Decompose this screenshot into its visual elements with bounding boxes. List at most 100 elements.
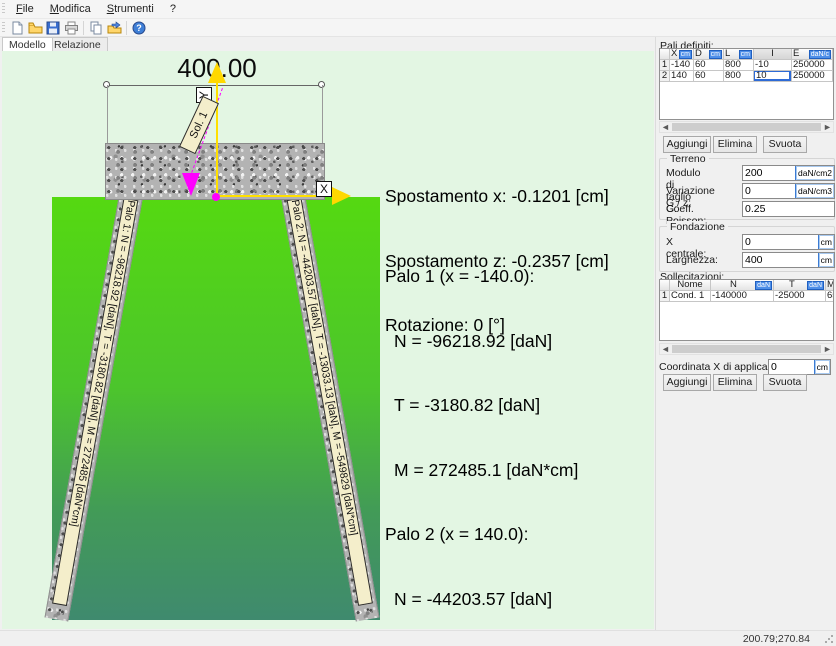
y-axis-arrow-icon [208,62,226,83]
sollecitazioni-aggiungi-button[interactable]: Aggiungi [663,374,711,391]
unit-tag: cm [818,253,834,267]
export-icon [107,21,122,35]
row-header [660,280,670,291]
col-t[interactable]: TdaN [774,280,826,291]
cell-x[interactable]: -140 [670,60,694,71]
row-header[interactable]: 1 [660,291,670,302]
scroll-thumb[interactable] [672,123,821,131]
scroll-thumb[interactable] [672,345,821,353]
save-button[interactable] [45,20,62,36]
variazione-gz-input[interactable] [743,184,795,198]
coeff-poisson-input[interactable] [743,202,834,216]
toolbar-separator [83,21,84,35]
cell-editor[interactable]: 10 [754,71,791,81]
unit-tag: daN/c [809,50,831,59]
cell-i[interactable]: -10 [754,60,792,71]
resize-grip[interactable] [824,634,834,644]
export-button[interactable] [106,20,123,36]
side-panel: Pali definiti: Xcm Dcm Lcm I EdaN/c 1 -1… [655,37,836,630]
cell-t[interactable]: -25000 [774,291,826,302]
sollecitazioni-table-header: Nome NdaN TdaN M [660,280,833,291]
result-line: Spostamento x: -0.1201 [cm] [385,186,609,208]
scroll-left-icon[interactable]: ◄ [660,122,671,132]
x-centrale-input[interactable] [743,235,818,249]
y-axis-line [216,71,218,197]
col-n[interactable]: NdaN [711,280,774,291]
pali-row-2[interactable]: 2 140 60 800 10 250000 [660,71,833,82]
sollecitazioni-svuota-button[interactable]: Svuota [763,374,807,391]
unit-tag: daN [755,281,772,290]
status-bar: 200.79;270.84 [0,630,836,646]
unit-tag: daN/cm3 [795,184,834,198]
sollecitazioni-table[interactable]: Nome NdaN TdaN M 1 Cond. 1 -140000 -2500… [659,279,834,341]
toolstrip-grip [2,22,5,34]
cell-n[interactable]: -140000 [711,291,774,302]
cell-e[interactable]: 250000 [792,60,833,71]
cell-l[interactable]: 800 [724,60,754,71]
result-line: Palo 1 (x = -140.0): [385,266,594,288]
tab-modello[interactable]: Modello [2,37,53,51]
menu-bar: FFileile Modifica Strumenti ? [0,0,836,19]
sollecitazioni-hscrollbar[interactable]: ◄ ► [659,343,834,355]
cell-x[interactable]: 140 [670,71,694,82]
new-document-button[interactable] [9,20,26,36]
row-header[interactable]: 2 [660,71,670,82]
terreno-title: Terreno [667,153,709,165]
scroll-right-icon[interactable]: ► [822,122,833,132]
col-e[interactable]: EdaN/c [792,49,833,60]
scroll-right-icon[interactable]: ► [822,344,833,354]
fondazione-group: Fondazione X centrale: cm Larghezza: cm [659,226,835,272]
cell-e[interactable]: 250000 [792,71,833,82]
cell-d[interactable]: 60 [694,71,724,82]
scroll-left-icon[interactable]: ◄ [660,344,671,354]
tab-relazione[interactable]: Relazione [47,37,108,51]
copy-button[interactable] [88,20,105,36]
cell-nome[interactable]: Cond. 1 [670,291,711,302]
sollecitazioni-row-1[interactable]: 1 Cond. 1 -140000 -25000 650 [660,291,833,302]
cell-m[interactable]: 650 [826,291,833,302]
pali-aggiungi-button[interactable]: Aggiungi [663,136,711,153]
model-canvas[interactable]: Palo 1: N = -96218.92 [daN], T = -3180.8… [2,51,654,629]
origin-point [212,193,220,201]
coordinata-x-input[interactable] [769,360,814,374]
help-button[interactable]: ? [131,20,148,36]
row-header[interactable]: 1 [660,60,670,71]
fondazione-title: Fondazione [667,221,728,233]
open-button[interactable] [27,20,44,36]
menu-modifica[interactable]: Modifica [42,1,99,17]
pali-table[interactable]: Xcm Dcm Lcm I EdaN/c 1 -140 60 800 -10 2… [659,48,834,120]
cell-d[interactable]: 60 [694,60,724,71]
row-header [660,49,670,60]
menu-help[interactable]: ? [162,1,184,17]
cell-l[interactable]: 800 [724,71,754,82]
terreno-group: Terreno Modulo di taglio G: daN/cm2 Vari… [659,158,835,220]
col-l[interactable]: Lcm [724,49,754,60]
unit-tag: cm [709,50,722,59]
col-i[interactable]: I [754,49,792,60]
pali-svuota-button[interactable]: Svuota [763,136,807,153]
larghezza-input[interactable] [743,253,818,267]
sollecitazioni-elimina-button[interactable]: Elimina [713,374,757,391]
copy-icon [89,21,103,35]
col-m[interactable]: M [826,280,833,291]
pali-table-header: Xcm Dcm Lcm I EdaN/c [660,49,833,60]
menu-strumenti[interactable]: Strumenti [99,1,162,17]
cursor-coordinates: 200.79;270.84 [743,633,810,645]
larghezza-label: Larghezza: [666,254,718,266]
open-folder-icon [28,21,43,35]
col-nome[interactable]: Nome [670,280,711,291]
pali-hscrollbar[interactable]: ◄ ► [659,121,834,133]
col-x[interactable]: Xcm [670,49,694,60]
unit-tag: cm [818,235,834,249]
menu-file[interactable]: FFileile [8,1,42,17]
pali-row-1[interactable]: 1 -140 60 800 -10 250000 [660,60,833,71]
toolbar: ? [0,19,836,37]
modulo-taglio-input[interactable] [743,166,795,180]
print-button[interactable] [63,20,80,36]
cell-i-editing[interactable]: 10 [754,71,792,82]
col-d[interactable]: Dcm [694,49,724,60]
pali-elimina-button[interactable]: Elimina [713,136,757,153]
dimension-extension-right [322,85,323,143]
unit-tag: cm [814,360,830,374]
dimension-extension-left [107,85,108,143]
